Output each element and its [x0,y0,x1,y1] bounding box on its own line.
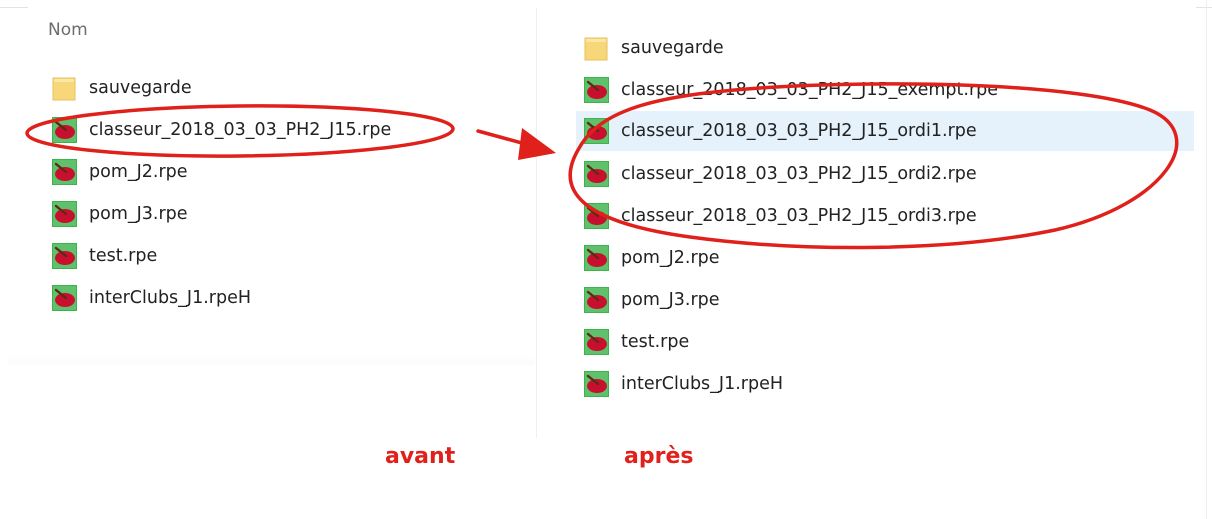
file-name: test.rpe [89,246,158,266]
pane-bottom-edge [8,355,535,365]
rpe-file-icon [52,201,77,227]
file-name: classeur_2018_03_03_PH2_J15_ordi3.rpe [621,206,977,226]
rpe-file-icon [584,371,609,397]
file-name: pom_J3.rpe [621,290,720,310]
column-header-name[interactable]: Nom [48,20,88,40]
list-item-file[interactable]: test.rpe [584,322,1144,362]
rpe-file-icon [52,285,77,311]
file-name: sauvegarde [621,38,724,58]
rpe-file-icon [52,117,77,143]
list-item-file-selected[interactable]: classeur_2018_03_03_PH2_J15_ordi1.rpe [576,111,1194,151]
window-right-edge [1206,0,1207,519]
window-top-edge [0,0,1212,8]
file-name: test.rpe [621,332,690,352]
rpe-file-icon [584,245,609,271]
rpe-file-icon [584,161,609,187]
rpe-file-icon [584,329,609,355]
list-item-file[interactable]: classeur_2018_03_03_PH2_J15_ordi3.rpe [584,196,1144,236]
rpe-file-icon [52,243,77,269]
list-item-file[interactable]: test.rpe [52,236,522,276]
list-item-folder[interactable]: sauvegarde [584,28,1144,68]
file-name: classeur_2018_03_03_PH2_J15.rpe [89,120,392,140]
folder-icon [584,35,609,61]
rpe-file-icon [584,118,609,144]
folder-icon [52,75,77,101]
file-name: interClubs_J1.rpeH [621,374,784,394]
list-item-file[interactable]: interClubs_J1.rpeH [584,364,1144,404]
list-item-file[interactable]: interClubs_J1.rpeH [52,278,522,318]
caption-before: avant [385,444,456,469]
list-item-file[interactable]: pom_J2.rpe [584,238,1144,278]
list-item-file[interactable]: pom_J3.rpe [52,194,522,234]
file-name: classeur_2018_03_03_PH2_J15_ordi1.rpe [621,121,977,141]
rpe-file-icon [584,77,609,103]
caption-after: après [624,444,694,469]
file-name: classeur_2018_03_03_PH2_J15_exempt.rpe [621,80,999,100]
rpe-file-icon [52,159,77,185]
list-item-folder[interactable]: sauvegarde [52,68,522,108]
file-name: pom_J2.rpe [621,248,720,268]
file-name: sauvegarde [89,78,192,98]
top-border-right [1196,7,1212,8]
rpe-file-icon [584,287,609,313]
rpe-file-icon [584,203,609,229]
list-item-file[interactable]: classeur_2018_03_03_PH2_J15_ordi2.rpe [584,154,1144,194]
list-item-file[interactable]: pom_J3.rpe [584,280,1144,320]
list-item-file[interactable]: classeur_2018_03_03_PH2_J15.rpe [52,110,522,150]
list-item-file[interactable]: classeur_2018_03_03_PH2_J15_exempt.rpe [584,70,1144,110]
file-name: classeur_2018_03_03_PH2_J15_ordi2.rpe [621,164,977,184]
list-item-file[interactable]: pom_J2.rpe [52,152,522,192]
file-name: pom_J2.rpe [89,162,188,182]
file-name: pom_J3.rpe [89,204,188,224]
file-name: interClubs_J1.rpeH [89,288,252,308]
